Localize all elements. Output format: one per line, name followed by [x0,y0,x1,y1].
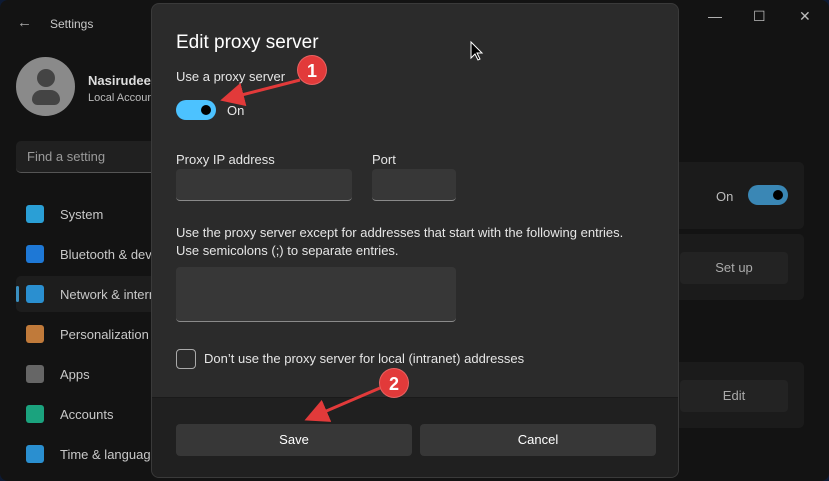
annotation-arrows [220,40,484,422]
arrow-2 [304,386,381,422]
mouse-cursor-icon [470,40,484,61]
annotation-badge-1: 1 [297,55,327,85]
annotation-badge-2: 2 [379,368,409,398]
arrow-1 [220,78,301,107]
